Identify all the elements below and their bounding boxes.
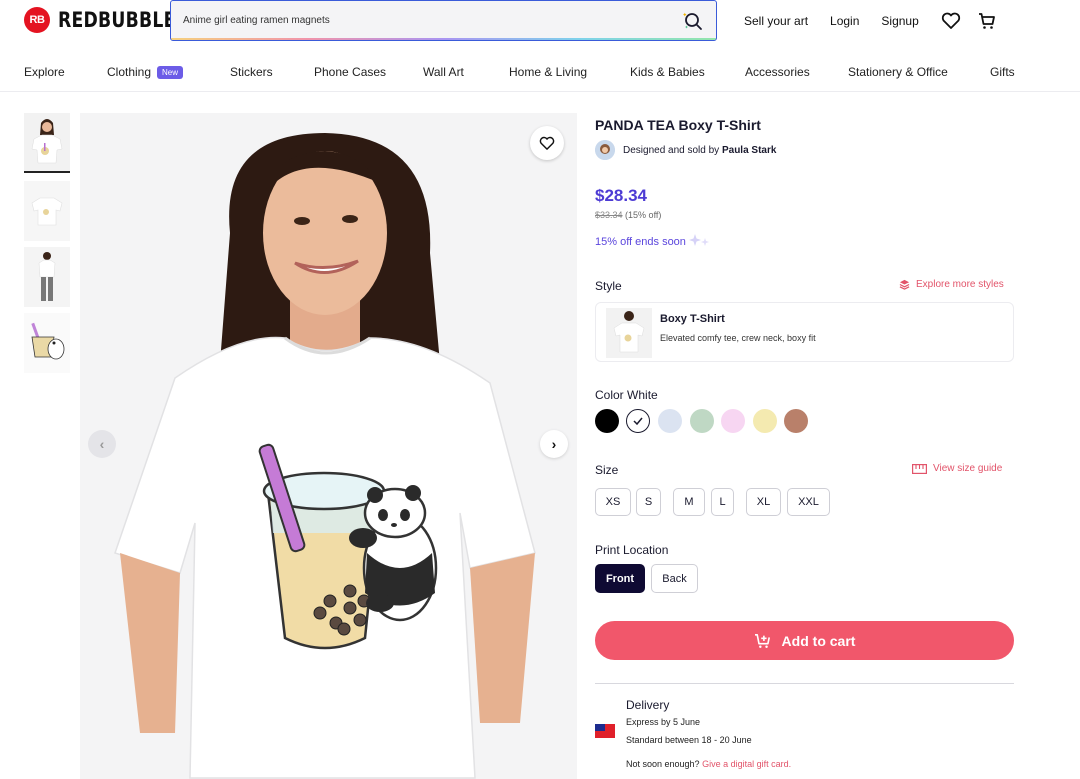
- size-s-button[interactable]: S: [636, 488, 661, 516]
- explore-more-styles-link[interactable]: Explore more styles: [899, 279, 1004, 290]
- new-badge: New: [157, 66, 184, 79]
- print-back-button[interactable]: Back: [651, 564, 698, 593]
- signup-link[interactable]: Signup: [881, 14, 918, 28]
- layers-icon: [899, 279, 910, 290]
- search-input[interactable]: [183, 15, 663, 26]
- nav-accessories[interactable]: Accessories: [745, 65, 810, 79]
- add-to-cart-label: Add to cart: [781, 632, 856, 649]
- style-description: Elevated comfy tee, crew neck, boxy fit: [660, 333, 816, 343]
- checkmark-icon: [633, 417, 643, 426]
- login-link[interactable]: Login: [830, 14, 859, 28]
- cart-plus-icon: [754, 633, 770, 648]
- color-swatch-white[interactable]: [626, 409, 650, 433]
- seller-prefix: Designed and sold by: [623, 144, 720, 156]
- color-label-text: Color: [595, 388, 624, 402]
- view-size-guide-label: View size guide: [933, 463, 1003, 474]
- gift-card-link[interactable]: Give a digital gift card.: [702, 759, 791, 769]
- color-label: Color White: [595, 388, 658, 402]
- top-links: Sell your art Login Signup: [744, 12, 1013, 30]
- search-icon[interactable]: [682, 10, 704, 32]
- delivery-title: Delivery: [626, 698, 670, 712]
- color-swatch-sage[interactable]: [690, 409, 714, 433]
- next-image-button[interactable]: ›: [540, 430, 568, 458]
- favorite-button[interactable]: [530, 126, 564, 160]
- thumbnail-2[interactable]: [24, 181, 70, 241]
- prev-image-button[interactable]: ‹: [88, 430, 116, 458]
- nav-explore[interactable]: Explore: [24, 65, 65, 79]
- nav-clothing[interactable]: Clothing New: [107, 65, 184, 79]
- size-xxl-button[interactable]: XXL: [787, 488, 830, 516]
- nav-kids-babies[interactable]: Kids & Babies: [630, 65, 705, 79]
- style-name: Boxy T-Shirt: [660, 313, 725, 325]
- color-swatch-light-blue[interactable]: [658, 409, 682, 433]
- nav-home-living[interactable]: Home & Living: [509, 65, 587, 79]
- old-price: $33.34 (15% off): [595, 210, 661, 220]
- print-location-label: Print Location: [595, 543, 669, 557]
- chevron-right-icon: ›: [551, 436, 557, 452]
- ruler-icon: [912, 463, 927, 474]
- header: RB REDBUBBLE Sell your art Login Signup: [0, 0, 1080, 41]
- not-soon-text: Not soon enough?: [626, 759, 700, 769]
- taiwan-flag-icon: [595, 724, 615, 738]
- color-swatch-brown[interactable]: [784, 409, 808, 433]
- thumbnail-1[interactable]: [24, 113, 70, 173]
- sell-your-art-link[interactable]: Sell your art: [744, 14, 808, 28]
- nav-wall-art[interactable]: Wall Art: [423, 65, 464, 79]
- size-xl-button[interactable]: XL: [746, 488, 781, 516]
- logo-badge: RB: [24, 7, 50, 33]
- product-title: PANDA TEA Boxy T-Shirt: [595, 117, 761, 133]
- thumbnail-4[interactable]: [24, 313, 70, 373]
- size-m-button[interactable]: M: [673, 488, 705, 516]
- product-image[interactable]: [80, 113, 577, 779]
- divider: [595, 683, 1014, 684]
- search-bar[interactable]: [170, 0, 717, 41]
- discount-text: (15% off): [625, 210, 662, 220]
- old-price-value: $33.34: [595, 210, 623, 220]
- sparkle-icon: [688, 234, 709, 246]
- add-to-cart-button[interactable]: Add to cart: [595, 621, 1014, 660]
- nav-gifts[interactable]: Gifts: [990, 65, 1015, 79]
- color-swatch-yellow[interactable]: [753, 409, 777, 433]
- style-label: Style: [595, 279, 622, 293]
- style-thumbnail: [606, 308, 652, 358]
- nav-phone-cases[interactable]: Phone Cases: [314, 65, 386, 79]
- nav-clothing-label: Clothing: [107, 65, 152, 79]
- logo-text: REDBUBBLE: [58, 8, 176, 32]
- view-size-guide-link[interactable]: View size guide: [912, 463, 1002, 474]
- cart-icon[interactable]: [977, 12, 997, 30]
- seller-avatar[interactable]: [595, 140, 615, 160]
- color-swatch-pink[interactable]: [721, 409, 745, 433]
- standard-delivery: Standard between 18 - 20 June: [626, 735, 752, 745]
- sale-banner: 15% off ends soon: [595, 234, 711, 248]
- style-card[interactable]: Boxy T-Shirt Elevated comfy tee, crew ne…: [595, 302, 1014, 362]
- heart-icon: [539, 136, 555, 150]
- gift-card-note: Not soon enough? Give a digital gift car…: [626, 759, 791, 769]
- express-delivery: Express by 5 June: [626, 717, 701, 727]
- size-label: Size: [595, 463, 619, 477]
- seller-name-link[interactable]: Paula Stark: [722, 145, 776, 156]
- selected-color: White: [627, 388, 658, 402]
- size-l-button[interactable]: L: [711, 488, 734, 516]
- nav-stationery-office[interactable]: Stationery & Office: [848, 65, 948, 79]
- chevron-left-icon: ‹: [99, 436, 105, 452]
- thumbnail-3[interactable]: [24, 247, 70, 307]
- color-swatch-black[interactable]: [595, 409, 619, 433]
- print-front-button[interactable]: Front: [595, 564, 645, 593]
- explore-more-styles-label: Explore more styles: [916, 279, 1004, 290]
- category-nav: Explore Clothing New Stickers Phone Cases…: [0, 52, 1080, 92]
- size-xs-button[interactable]: XS: [595, 488, 631, 516]
- heart-icon[interactable]: [941, 12, 961, 30]
- product-price: $28.34: [595, 186, 647, 205]
- nav-stickers[interactable]: Stickers: [230, 65, 273, 79]
- sale-text: 15% off ends soon: [595, 236, 686, 248]
- seller-info: Designed and sold by Paula Stark: [595, 140, 776, 160]
